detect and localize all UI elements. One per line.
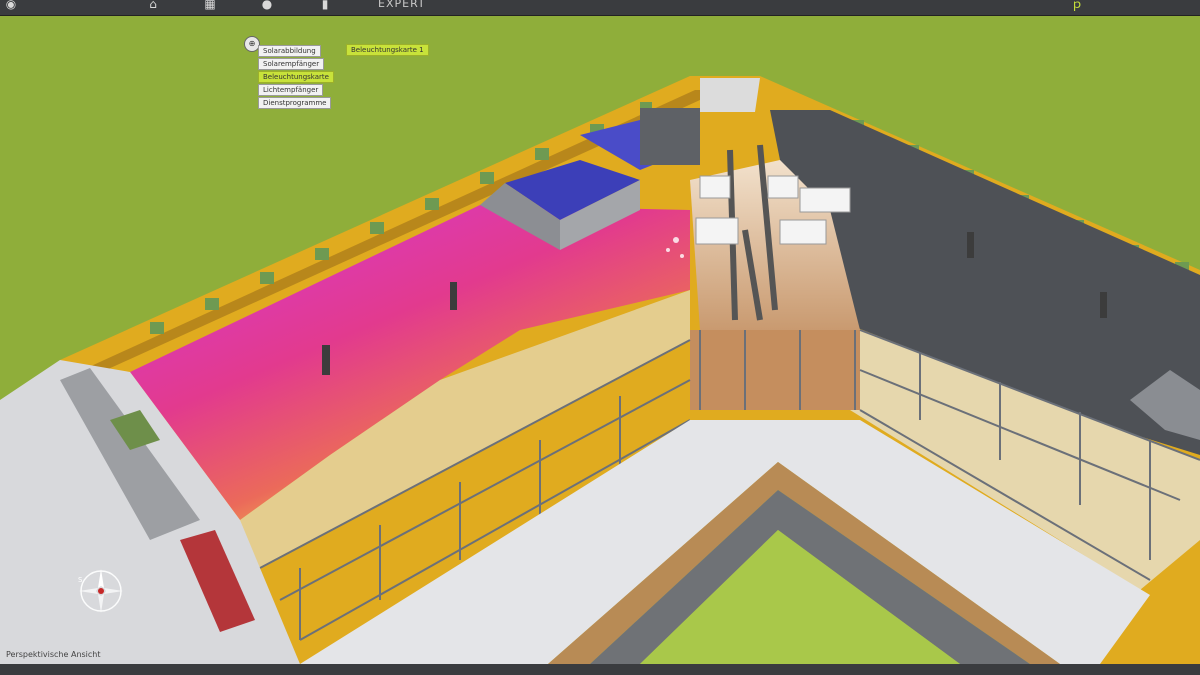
compass-label-s: S bbox=[78, 576, 83, 584]
mode-label[interactable]: EXPERT bbox=[378, 0, 426, 10]
menu-item-solarabbildung[interactable]: Solarabbildung bbox=[258, 45, 321, 57]
stair-block bbox=[640, 108, 700, 165]
help-icon[interactable]: ｐ bbox=[1070, 0, 1084, 11]
trash-icon[interactable]: ▮ bbox=[318, 0, 332, 11]
bottom-statusbar bbox=[0, 664, 1200, 675]
building-scene bbox=[0, 16, 1200, 664]
compass-icon[interactable]: S O bbox=[76, 566, 126, 616]
entrance-hall bbox=[690, 330, 860, 410]
view-mode-label[interactable]: Perspektivische Ansicht bbox=[6, 650, 101, 659]
roof-hatch bbox=[700, 78, 760, 112]
home-icon[interactable]: ⌂ bbox=[146, 0, 160, 11]
submenu-item-beleuchtungskarte-1[interactable]: Beleuchtungskarte 1 bbox=[346, 44, 429, 56]
menu-item-beleuchtungskarte[interactable]: Beleuchtungskarte bbox=[258, 71, 334, 83]
grid-icon[interactable]: ▦ bbox=[203, 0, 217, 11]
menu-item-lichtempfaenger[interactable]: Lichtempfänger bbox=[258, 84, 324, 96]
sun-icon[interactable]: ● bbox=[260, 0, 274, 11]
app-logo-icon: ◉ bbox=[5, 0, 17, 11]
top-toolbar: ◉ ⌂ ▦ ● ▮ EXPERT ｐ bbox=[0, 0, 1200, 16]
menu-item-dienstprogramme[interactable]: Dienstprogramme bbox=[258, 97, 332, 109]
menu-item-solarempfaenger[interactable]: Solarempfänger bbox=[258, 58, 325, 70]
3d-viewport[interactable] bbox=[0, 16, 1200, 664]
